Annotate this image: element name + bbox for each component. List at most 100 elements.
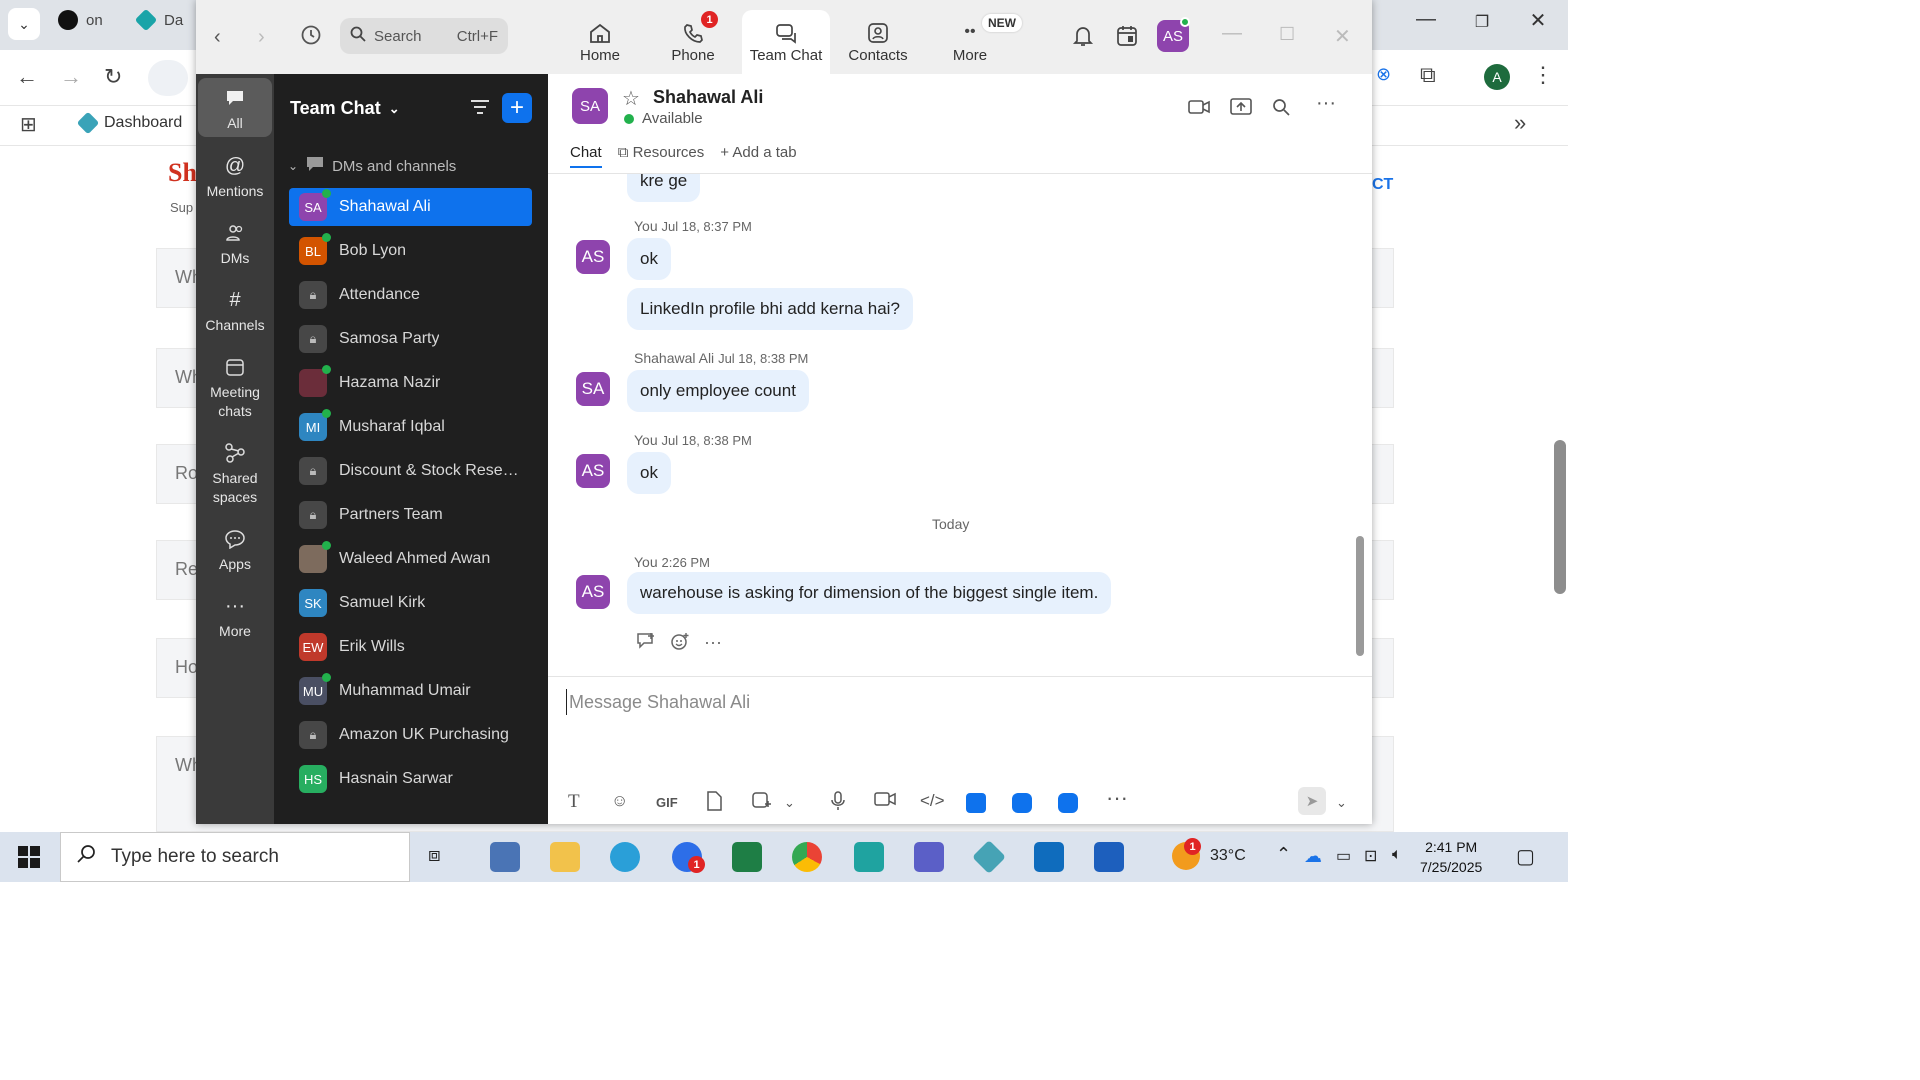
chat-list-item[interactable]: Hazama Nazir bbox=[289, 364, 532, 402]
bookmark-dashboard[interactable]: Dashboard bbox=[76, 111, 182, 135]
rail-item-apps[interactable]: Apps bbox=[198, 527, 272, 574]
site-info-icon[interactable] bbox=[148, 60, 188, 96]
video-icon[interactable] bbox=[1188, 98, 1210, 121]
tab-team-chat[interactable]: Team Chat bbox=[742, 10, 830, 74]
chat-list-item[interactable]: 🔒︎ Amazon UK Purchasing bbox=[289, 716, 532, 754]
rail-item-meeting-chats[interactable]: Meeting chats bbox=[198, 355, 272, 421]
browser-scrollbar[interactable] bbox=[1554, 440, 1566, 594]
message-bubble[interactable]: only employee count bbox=[627, 370, 809, 412]
history-icon[interactable] bbox=[300, 24, 322, 52]
chat-list-item[interactable]: HS Hasnain Sarwar bbox=[289, 760, 532, 798]
ellipsis-icon[interactable]: ··· bbox=[1316, 92, 1336, 115]
tab-search-button[interactable]: ⌄ bbox=[8, 8, 40, 40]
chevron-up-icon[interactable]: ⌃ bbox=[1276, 844, 1291, 865]
file-explorer-icon[interactable] bbox=[550, 842, 580, 872]
message-avatar[interactable]: AS bbox=[576, 240, 610, 274]
rail-item-shared-spaces[interactable]: Shared spaces bbox=[198, 441, 272, 507]
section-dms-and-channels[interactable]: ⌄ DMs and channels bbox=[288, 156, 456, 176]
zoom-app-icon[interactable]: 1 bbox=[672, 842, 705, 873]
video-message-icon[interactable] bbox=[874, 791, 896, 812]
extension-icon[interactable]: ⊗ bbox=[1376, 64, 1391, 85]
screenshot-icon[interactable] bbox=[752, 791, 772, 814]
outlook-app-icon[interactable] bbox=[1034, 842, 1064, 872]
message-bubble[interactable]: kre ge bbox=[627, 174, 701, 202]
browser-minimize-button[interactable]: — bbox=[1406, 8, 1446, 31]
contact-avatar[interactable]: SA bbox=[572, 88, 608, 124]
system-clock[interactable]: 2:41 PM 7/25/2025 bbox=[1420, 837, 1482, 877]
weather-icon[interactable]: 1 bbox=[1172, 838, 1201, 870]
format-text-icon[interactable]: T bbox=[568, 791, 580, 813]
chat-list-item[interactable]: 🔒︎ Discount & Stock Reser... bbox=[289, 452, 532, 490]
tab-add[interactable]: + Add a tab bbox=[720, 144, 796, 168]
volume-icon[interactable]: 🔈︎ bbox=[1392, 846, 1402, 864]
chat-list-item[interactable]: BL Bob Lyon bbox=[289, 232, 532, 270]
chat-scrollbar[interactable] bbox=[1356, 536, 1364, 656]
file-icon[interactable] bbox=[706, 791, 722, 816]
battery-icon[interactable]: ▭ bbox=[1336, 846, 1351, 866]
reload-icon[interactable]: ↻ bbox=[104, 64, 122, 90]
network-icon[interactable]: ⊡ bbox=[1364, 846, 1377, 866]
zoom-minimize-button[interactable]: — bbox=[1222, 22, 1242, 45]
zoom-close-button[interactable]: ✕ bbox=[1334, 24, 1351, 49]
chrome-app-icon[interactable] bbox=[792, 842, 822, 872]
microphone-icon[interactable] bbox=[831, 791, 845, 816]
onedrive-icon[interactable]: ☁ bbox=[1304, 846, 1322, 867]
send-button[interactable]: ➤ bbox=[1298, 787, 1326, 815]
message-avatar[interactable]: AS bbox=[576, 454, 610, 488]
rail-item-all[interactable]: All bbox=[198, 78, 272, 137]
app-notes-icon[interactable] bbox=[966, 793, 986, 813]
back-chevron-icon[interactable]: ‹ bbox=[214, 26, 221, 49]
word-app-icon[interactable] bbox=[1094, 842, 1124, 872]
app-s-icon[interactable] bbox=[854, 842, 884, 872]
excel-app-icon[interactable] bbox=[732, 842, 762, 872]
tab-contacts[interactable]: Contacts bbox=[834, 10, 922, 74]
tab-chat[interactable]: Chat bbox=[570, 144, 602, 168]
tab-phone[interactable]: 1 Phone bbox=[649, 10, 737, 74]
code-snippet-icon[interactable]: </> bbox=[920, 791, 945, 811]
extensions-puzzle-icon[interactable]: ⧉ bbox=[1420, 62, 1436, 88]
contact-name[interactable]: Shahawal Ali bbox=[653, 87, 763, 108]
message-bubble[interactable]: ok bbox=[627, 238, 671, 280]
filter-icon[interactable] bbox=[470, 98, 490, 122]
calculator-app-icon[interactable] bbox=[490, 842, 520, 872]
rail-item-channels[interactable]: # Channels bbox=[198, 288, 272, 335]
zoom-maximize-button[interactable]: ☐ bbox=[1279, 24, 1295, 45]
forward-arrow-icon[interactable]: → bbox=[60, 64, 82, 90]
search-icon[interactable] bbox=[1272, 98, 1290, 122]
app-chat-icon[interactable] bbox=[1012, 793, 1032, 813]
screen-share-icon[interactable] bbox=[1230, 98, 1252, 122]
app-zoom-icon[interactable] bbox=[1058, 793, 1078, 813]
chat-list-item[interactable]: 🔒︎ Samosa Party bbox=[289, 320, 532, 358]
rail-item-mentions[interactable]: @ Mentions bbox=[198, 154, 272, 201]
message-bubble[interactable]: LinkedIn profile bhi add kerna hai? bbox=[627, 288, 913, 330]
tab-resources[interactable]: ⧉ Resources bbox=[618, 144, 705, 168]
zoom-search-input[interactable]: Search Ctrl+F bbox=[340, 18, 508, 54]
chat-list-item[interactable]: Waleed Ahmed Awan bbox=[289, 540, 532, 578]
chat-list-item[interactable]: SK Samuel Kirk bbox=[289, 584, 532, 622]
chevron-right-double-icon[interactable]: » bbox=[1514, 110, 1526, 136]
chat-list-item[interactable]: 🔒︎ Attendance bbox=[289, 276, 532, 314]
add-button[interactable]: + bbox=[502, 93, 532, 123]
notifications-icon[interactable]: ▢ bbox=[1516, 844, 1535, 869]
more-tools-icon[interactable]: ··· bbox=[1106, 785, 1128, 811]
chat-list-item[interactable]: MU Muhammad Umair bbox=[289, 672, 532, 710]
browser-menu-icon[interactable]: ⋮ bbox=[1532, 62, 1554, 88]
chat-list-item[interactable]: 🔒︎ Partners Team bbox=[289, 496, 532, 534]
reply-icon[interactable] bbox=[636, 632, 656, 655]
edge-browser-icon[interactable] bbox=[610, 842, 640, 872]
chat-list-item[interactable]: SA Shahawal Ali bbox=[289, 188, 532, 226]
calendar-icon[interactable] bbox=[1116, 24, 1138, 53]
page-link-fragment[interactable]: CT bbox=[1372, 176, 1393, 194]
rail-item-more[interactable]: ··· More bbox=[198, 594, 272, 641]
forward-chevron-icon[interactable]: › bbox=[258, 26, 265, 49]
star-icon[interactable]: ☆ bbox=[622, 86, 640, 111]
ellipsis-icon[interactable]: ··· bbox=[704, 632, 722, 655]
emoji-icon[interactable]: ☺ bbox=[611, 791, 628, 811]
task-view-icon[interactable]: ⧈ bbox=[428, 844, 458, 874]
browser-tab-1[interactable]: on bbox=[58, 10, 103, 30]
browser-tab-2[interactable]: Da bbox=[134, 8, 183, 32]
message-avatar[interactable]: AS bbox=[576, 575, 610, 609]
tab-home[interactable]: Home bbox=[556, 10, 644, 74]
bell-icon[interactable] bbox=[1072, 24, 1094, 53]
tab-more[interactable]: NEW •• More bbox=[926, 10, 1022, 74]
